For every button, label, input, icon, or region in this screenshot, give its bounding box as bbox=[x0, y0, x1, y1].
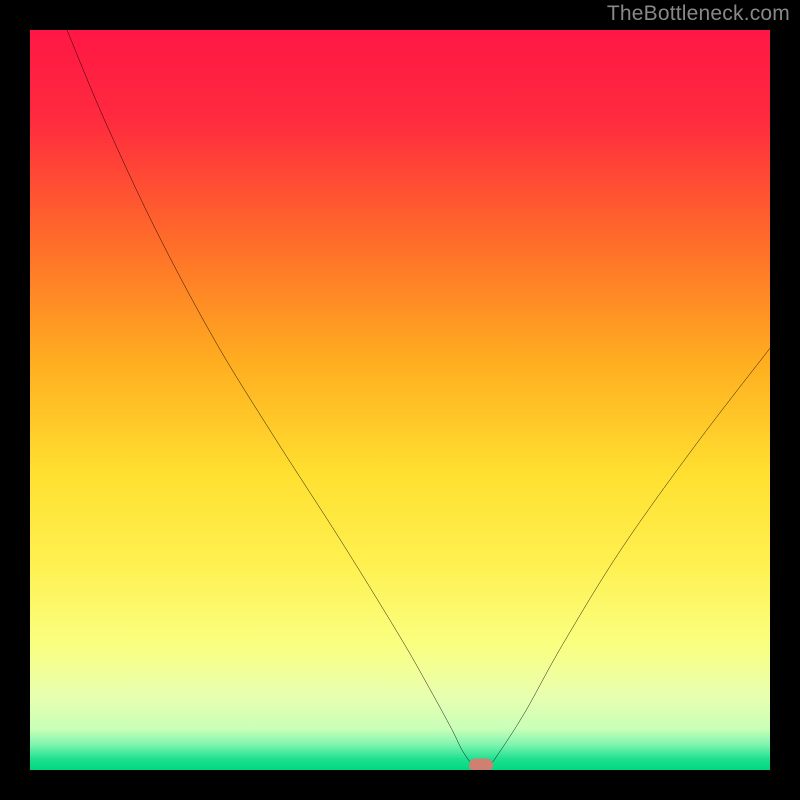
chart-frame: TheBottleneck.com bbox=[0, 0, 800, 800]
watermark-text: TheBottleneck.com bbox=[607, 2, 790, 26]
bottleneck-curve bbox=[30, 30, 770, 770]
plot-area bbox=[30, 30, 770, 770]
optimal-point-marker bbox=[469, 758, 493, 770]
